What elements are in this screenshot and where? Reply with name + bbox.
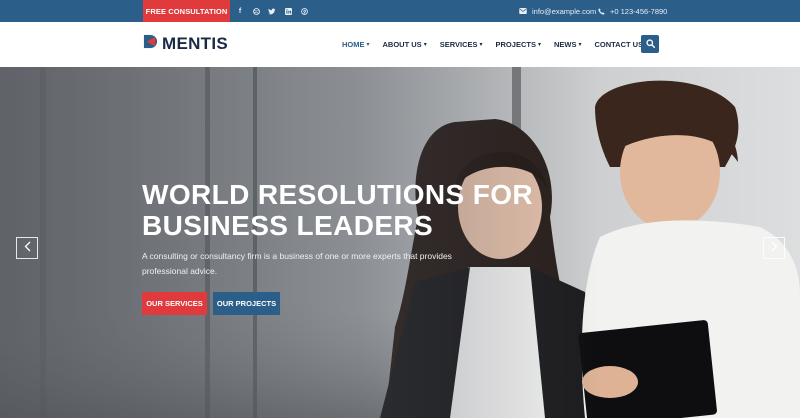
nav-item-home[interactable]: HOME ▾ <box>342 40 370 49</box>
phone-text: +0 123-456-7890 <box>610 6 668 16</box>
slider-prev-button[interactable] <box>16 237 38 259</box>
chevron-down-icon: ▾ <box>537 42 541 48</box>
chevron-right-icon <box>771 239 778 257</box>
our-projects-button[interactable]: OUR PROJECTS <box>213 292 280 315</box>
logo-text: MENTIS <box>162 34 229 53</box>
phone-contact[interactable]: +0 123-456-7890 <box>598 0 667 22</box>
search-button[interactable] <box>641 35 659 53</box>
search-icon <box>645 35 655 53</box>
nav-label: ABOUT US <box>382 40 422 49</box>
our-services-button[interactable]: OUR SERVICES <box>142 292 207 315</box>
nav-label: SERVICES <box>439 40 478 49</box>
nav-item-projects[interactable]: PROJECTS ▾ <box>496 40 541 49</box>
nav-item-news[interactable]: NEWS ▾ <box>554 40 582 49</box>
nav-item-contact-us[interactable]: CONTACT US <box>594 40 643 49</box>
twitter-icon[interactable] <box>268 7 276 15</box>
top-bar: FREE CONSULTATION f info@example.com +0 … <box>0 0 800 22</box>
nav-item-services[interactable]: SERVICES ▾ <box>440 40 483 49</box>
nav-label: NEWS <box>553 40 577 49</box>
email-contact[interactable]: info@example.com <box>519 0 596 22</box>
email-text: info@example.com <box>532 6 597 16</box>
hero-subtitle: A consulting or consultancy firm is a bu… <box>142 251 452 276</box>
chevron-down-icon: ▾ <box>479 42 483 48</box>
hero-title-line-1: WORLD RESOLUTIONS FOR <box>142 179 534 210</box>
site-logo[interactable]: MENTIS <box>143 33 228 55</box>
hero-title-line-2: BUSINESS LEADERS <box>142 210 434 241</box>
nav-label: PROJECTS <box>495 40 536 49</box>
nav-item-about-us[interactable]: ABOUT US ▾ <box>383 40 427 49</box>
main-nav: HOME ▾ ABOUT US ▾ SERVICES ▾ PROJECTS ▾ NEWS… <box>342 22 656 67</box>
free-consultation-button[interactable]: FREE CONSULTATION <box>143 0 230 22</box>
phone-icon <box>598 7 605 15</box>
chevron-down-icon: ▾ <box>366 42 370 48</box>
social-links: f <box>236 0 308 22</box>
hero-title: WORLD RESOLUTIONS FOR BUSINESS LEADERS <box>142 179 562 241</box>
nav-label: HOME <box>342 40 365 49</box>
main-header: MENTIS HOME ▾ ABOUT US ▾ SERVICES ▾ PROJECT… <box>0 22 800 67</box>
chevron-down-icon: ▾ <box>578 42 582 48</box>
pinterest-icon[interactable] <box>300 7 308 15</box>
envelope-icon <box>519 8 527 14</box>
nav-label: CONTACT US <box>594 40 644 49</box>
hero-overlay <box>0 67 800 418</box>
linkedin-icon[interactable] <box>284 7 292 15</box>
hero-slider: WORLD RESOLUTIONS FOR BUSINESS LEADERS A… <box>0 67 800 418</box>
facebook-icon[interactable]: f <box>236 7 244 15</box>
chevron-left-icon <box>24 239 31 257</box>
dribbble-icon[interactable] <box>252 7 260 15</box>
logo-icon <box>143 34 158 54</box>
slider-next-button[interactable] <box>763 237 785 259</box>
chevron-down-icon: ▾ <box>423 42 427 48</box>
